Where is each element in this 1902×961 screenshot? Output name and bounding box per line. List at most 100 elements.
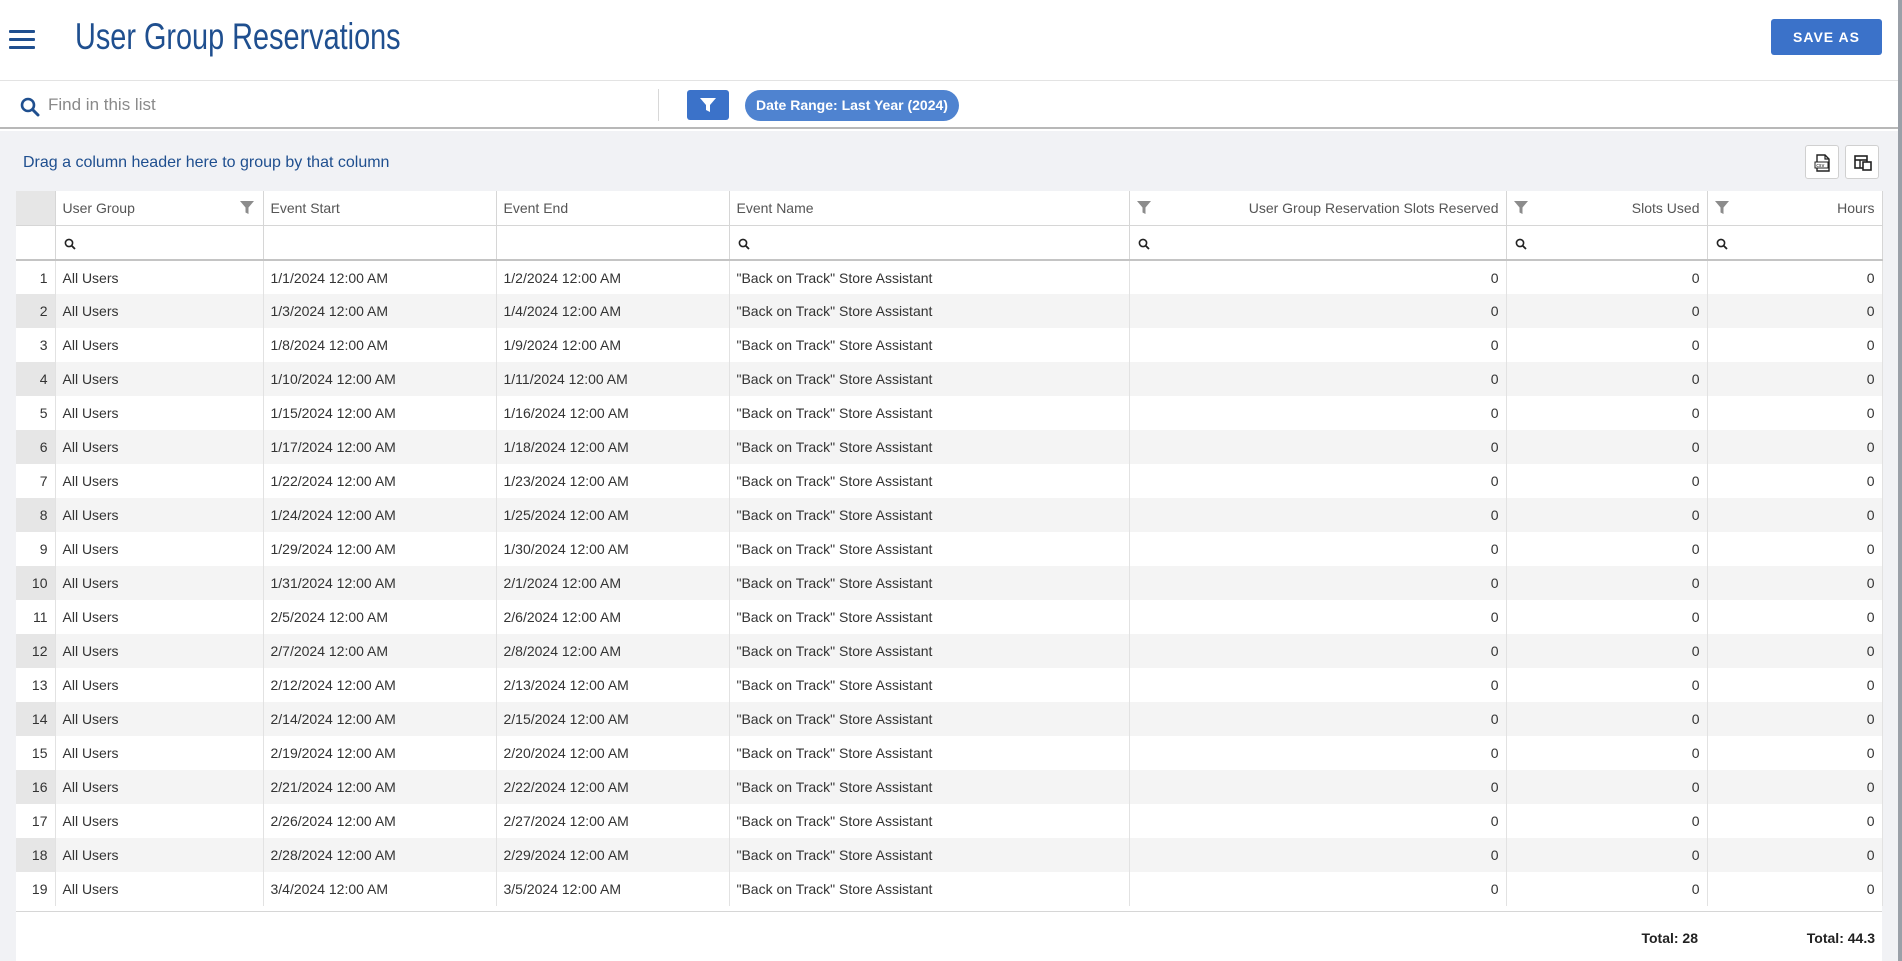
cell-slots-used: 0 [1506,668,1708,702]
csv-export-icon: csv [1814,154,1830,172]
cell-slots-used: 0 [1506,770,1708,804]
filter-button[interactable] [687,90,729,120]
column-filter-icon[interactable] [1136,200,1152,216]
table-row[interactable]: 13 All Users 2/12/2024 12:00 AM 2/13/2024 1… [16,668,1883,702]
cell-slots-reserved: 0 [1129,702,1507,736]
table-row[interactable]: 14 All Users 2/14/2024 12:00 AM 2/15/2024 1… [16,702,1883,736]
table-row[interactable]: 10 All Users 1/31/2024 12:00 AM 2/1/2024 12… [16,566,1883,600]
column-filter-icon[interactable] [1714,200,1730,216]
row-number: 4 [16,362,56,396]
cell-event-name: "Back on Track" Store Assistant [729,566,1130,600]
cell-event-start: 1/22/2024 12:00 AM [263,464,497,498]
export-csv-button[interactable]: csv [1805,145,1839,179]
cell-slots-reserved: 0 [1129,736,1507,770]
filter-cell-slots-used[interactable] [1506,225,1708,261]
cell-event-end: 1/30/2024 12:00 AM [496,532,730,566]
search-icon [64,238,76,250]
cell-event-end: 2/6/2024 12:00 AM [496,600,730,634]
search-icon [1138,238,1150,250]
column-header-slots-used[interactable]: Slots Used [1506,191,1708,226]
table-row[interactable]: 12 All Users 2/7/2024 12:00 AM 2/8/2024 12:… [16,634,1883,668]
cell-event-start: 1/29/2024 12:00 AM [263,532,497,566]
cell-hours: 0 [1707,566,1883,600]
cell-user-group: All Users [55,668,264,702]
cell-slots-used: 0 [1506,872,1708,906]
funnel-icon [700,98,716,112]
cell-event-end: 2/1/2024 12:00 AM [496,566,730,600]
table-row[interactable]: 4 All Users 1/10/2024 12:00 AM 1/11/2024 12… [16,362,1883,396]
search-icon [1716,238,1728,250]
cell-hours: 0 [1707,600,1883,634]
cell-slots-reserved: 0 [1129,464,1507,498]
hamburger-menu-icon[interactable] [9,30,35,50]
filter-cell-event-name[interactable] [729,225,1130,261]
cell-hours: 0 [1707,464,1883,498]
save-as-button[interactable]: SAVE AS [1771,19,1882,55]
cell-slots-reserved: 0 [1129,532,1507,566]
column-header-event-start[interactable]: Event Start [263,191,497,226]
cell-hours: 0 [1707,702,1883,736]
table-row[interactable]: 9 All Users 1/29/2024 12:00 AM 1/30/2024 12… [16,532,1883,566]
total-slots-used: Total: 28 [1641,930,1698,946]
cell-user-group: All Users [55,294,264,328]
row-number: 13 [16,668,56,702]
column-filter-icon[interactable] [1513,200,1529,216]
table-row[interactable]: 2 All Users 1/3/2024 12:00 AM 1/4/2024 12:0… [16,294,1883,328]
search-input[interactable] [48,92,648,118]
table-row[interactable]: 16 All Users 2/21/2024 12:00 AM 2/22/2024 1… [16,770,1883,804]
cell-hours: 0 [1707,498,1883,532]
filter-cell-user-group[interactable] [55,225,264,261]
cell-hours: 0 [1707,872,1883,906]
cell-event-start: 2/19/2024 12:00 AM [263,736,497,770]
row-number: 6 [16,430,56,464]
cell-event-name: "Back on Track" Store Assistant [729,804,1130,838]
column-filter-icon[interactable] [239,200,255,216]
row-number: 7 [16,464,56,498]
table-row[interactable]: 18 All Users 2/28/2024 12:00 AM 2/29/2024 1… [16,838,1883,872]
cell-slots-reserved: 0 [1129,668,1507,702]
table-row[interactable]: 1 All Users 1/1/2024 12:00 AM 1/2/2024 12:0… [16,260,1883,294]
toolbar-divider [658,89,659,121]
table-row[interactable]: 19 All Users 3/4/2024 12:00 AM 3/5/2024 12:… [16,872,1883,906]
table-row[interactable]: 7 All Users 1/22/2024 12:00 AM 1/23/2024 12… [16,464,1883,498]
column-header-event-end[interactable]: Event End [496,191,730,226]
window-scrollbar[interactable] [1898,0,1902,961]
cell-user-group: All Users [55,838,264,872]
cell-slots-used: 0 [1506,498,1708,532]
table-row[interactable]: 15 All Users 2/19/2024 12:00 AM 2/20/2024 1… [16,736,1883,770]
cell-event-end: 1/11/2024 12:00 AM [496,362,730,396]
cell-event-end: 2/27/2024 12:00 AM [496,804,730,838]
cell-event-name: "Back on Track" Store Assistant [729,532,1130,566]
cell-slots-reserved: 0 [1129,498,1507,532]
column-header-label: Slots Used [1631,199,1700,216]
filter-cell-event-start[interactable] [263,225,497,261]
filter-cell-hours[interactable] [1707,225,1883,261]
cell-slots-reserved: 0 [1129,770,1507,804]
cell-event-start: 2/14/2024 12:00 AM [263,702,497,736]
cell-user-group: All Users [55,702,264,736]
cell-user-group: All Users [55,498,264,532]
column-header-user-group[interactable]: User Group [55,191,264,226]
filter-cell-event-end[interactable] [496,225,730,261]
table-row[interactable]: 5 All Users 1/15/2024 12:00 AM 1/16/2024 12… [16,396,1883,430]
group-by-drop-zone[interactable]: Drag a column header here to group by th… [23,154,389,172]
filter-cell-slots-reserved[interactable] [1129,225,1507,261]
date-range-chip[interactable]: Date Range: Last Year (2024) [745,90,959,121]
table-row[interactable]: 3 All Users 1/8/2024 12:00 AM 1/9/2024 12:0… [16,328,1883,362]
table-row[interactable]: 8 All Users 1/24/2024 12:00 AM 1/25/2024 12… [16,498,1883,532]
column-header-event-name[interactable]: Event Name [729,191,1130,226]
cell-user-group: All Users [55,600,264,634]
cell-user-group: All Users [55,634,264,668]
column-chooser-button[interactable] [1845,145,1879,179]
cell-slots-used: 0 [1506,600,1708,634]
cell-slots-used: 0 [1506,362,1708,396]
cell-slots-reserved: 0 [1129,872,1507,906]
table-row[interactable]: 11 All Users 2/5/2024 12:00 AM 2/6/2024 12:… [16,600,1883,634]
cell-event-start: 2/28/2024 12:00 AM [263,838,497,872]
column-header-hours[interactable]: Hours [1707,191,1883,226]
table-row[interactable]: 6 All Users 1/17/2024 12:00 AM 1/18/2024 12… [16,430,1883,464]
table-row[interactable]: 17 All Users 2/26/2024 12:00 AM 2/27/2024 1… [16,804,1883,838]
column-header-slots-reserved[interactable]: User Group Reservation Slots Reserved [1129,191,1507,226]
row-number: 16 [16,770,56,804]
cell-event-start: 3/4/2024 12:00 AM [263,872,497,906]
